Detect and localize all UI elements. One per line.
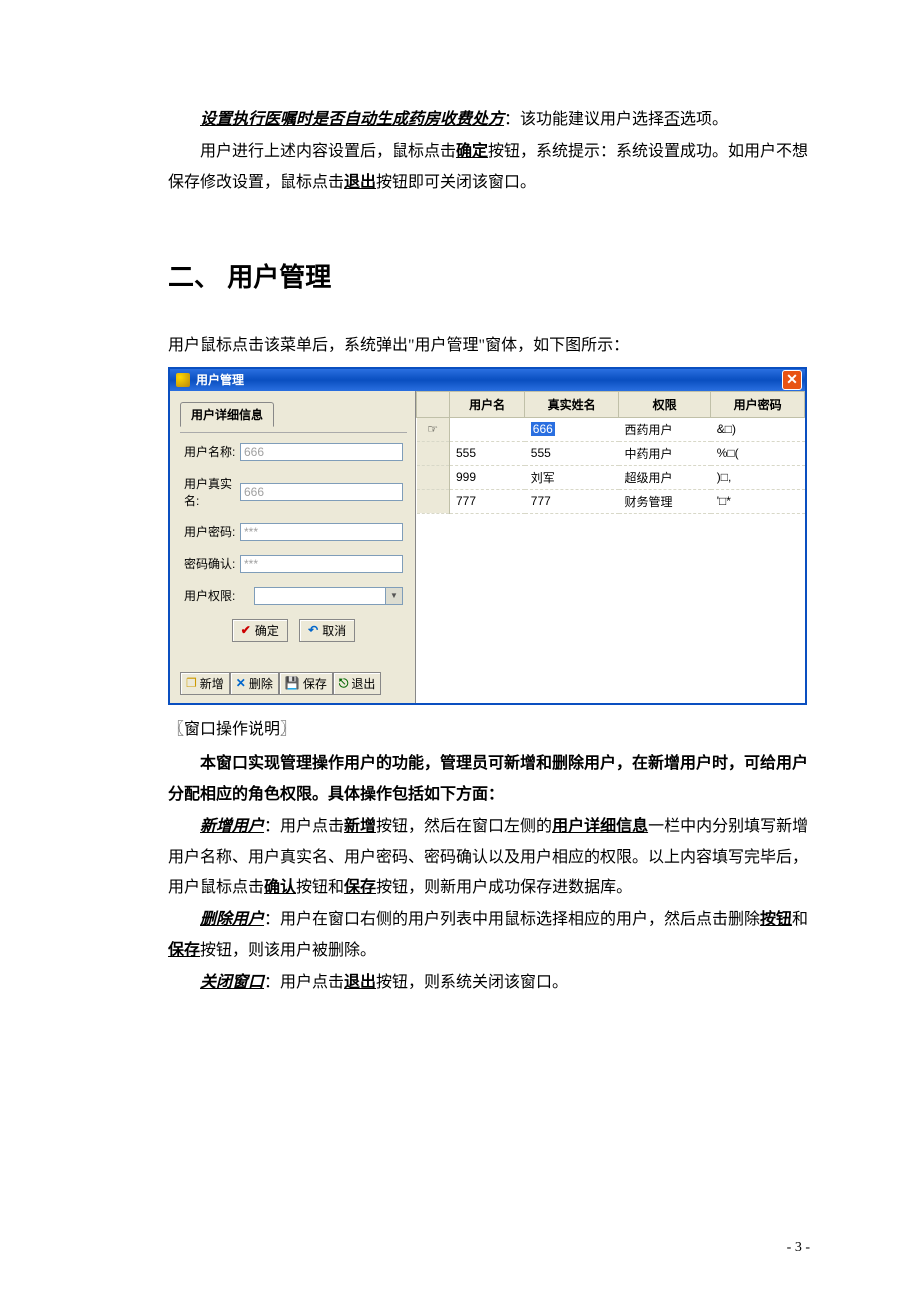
delete-button[interactable]: ✕删除 xyxy=(230,672,279,695)
label-realname: 用户真实名: xyxy=(184,475,240,509)
user-list-pane: 用户名 真实姓名 权限 用户密码 ☞666西药用户&□)555555中药用户%□… xyxy=(415,391,805,703)
ops-add: 新增用户：用户点击新增按钮，然后在窗口左侧的用户详细信息一栏中内分别填写新增用户… xyxy=(168,812,810,903)
table-row[interactable]: 999刘军超级用户)□, xyxy=(417,465,805,489)
col-password: 用户密码 xyxy=(711,391,805,417)
emphasis: 设置执行医嘱时是否自动生成药房收费处方 xyxy=(200,111,504,128)
add-button[interactable]: ❐新增 xyxy=(180,672,230,695)
toolbar: ❐新增 ✕删除 💾保存 ⎋退出 xyxy=(180,642,407,695)
confirm-field[interactable] xyxy=(240,555,403,573)
window-titlebar: 用户管理 ✕ xyxy=(170,369,805,391)
table-row[interactable]: 555555中药用户%□( xyxy=(417,441,805,465)
col-indicator xyxy=(417,391,450,417)
col-realname: 真实姓名 xyxy=(525,391,619,417)
password-field[interactable] xyxy=(240,523,403,541)
row-indicator xyxy=(417,465,450,489)
table-row[interactable]: ☞666西药用户&□) xyxy=(417,417,805,441)
label-username: 用户名称: xyxy=(184,443,240,460)
exit-button[interactable]: ⎋退出 xyxy=(333,672,382,695)
table-row[interactable]: 777777财务管理'□* xyxy=(417,489,805,513)
undo-icon: ↶ xyxy=(308,623,318,637)
row-indicator xyxy=(417,441,450,465)
label-confirm: 密码确认: xyxy=(184,555,240,572)
intro-line-2: 用户进行上述内容设置后，鼠标点击确定按钮，系统提示：系统设置成功。如用户不想保存… xyxy=(168,137,810,198)
user-table: 用户名 真实姓名 权限 用户密码 ☞666西药用户&□)555555中药用户%□… xyxy=(416,391,805,514)
row-indicator xyxy=(417,489,450,513)
section-heading: 二、 用户管理 xyxy=(168,253,810,302)
exit-icon: ⎋ xyxy=(339,676,349,691)
ops-del: 删除用户：用户在窗口右侧的用户列表中用鼠标选择相应的用户，然后点击删除按钮和保存… xyxy=(168,905,810,966)
col-username: 用户名 xyxy=(450,391,525,417)
ops-summary: 本窗口实现管理操作用户的功能，管理员可新增和删除用户，在新增用户时，可给用户分配… xyxy=(168,749,810,810)
label-password: 用户密码: xyxy=(184,523,240,540)
check-icon: ✔ xyxy=(241,623,251,637)
tab-user-detail[interactable]: 用户详细信息 xyxy=(180,402,274,427)
ok-button[interactable]: ✔ 确定 xyxy=(232,619,288,642)
delete-icon: ✕ xyxy=(236,676,246,690)
chevron-down-icon[interactable]: ▼ xyxy=(385,588,402,604)
add-icon: ❐ xyxy=(186,676,197,690)
cancel-button[interactable]: ↶ 取消 xyxy=(299,619,355,642)
lead-text: 用户鼠标点击该菜单后，系统弹出"用户管理"窗体，如下图所示： xyxy=(168,331,810,361)
close-icon[interactable]: ✕ xyxy=(782,370,802,390)
ops-heading: 〖窗口操作说明〗 xyxy=(168,715,810,745)
ops-close: 关闭窗口：用户点击退出按钮，则系统关闭该窗口。 xyxy=(168,968,810,998)
window-title: 用户管理 xyxy=(196,371,244,388)
app-icon xyxy=(176,373,190,387)
save-icon: 💾 xyxy=(285,676,300,690)
intro-line-1: 设置执行医嘱时是否自动生成药房收费处方：该功能建议用户选择否选项。 xyxy=(168,105,810,135)
detail-pane: 用户详细信息 用户名称: 用户真实名: 用户密码: xyxy=(170,391,415,703)
document-page: 设置执行医嘱时是否自动生成药房收费处方：该功能建议用户选择否选项。 用户进行上述… xyxy=(0,0,920,1302)
label-role: 用户权限: xyxy=(184,587,254,604)
page-number: - 3 - xyxy=(787,1235,810,1262)
realname-field[interactable] xyxy=(240,483,403,501)
row-indicator: ☞ xyxy=(417,417,450,441)
col-role: 权限 xyxy=(619,391,711,417)
username-field[interactable] xyxy=(240,443,403,461)
role-combo[interactable]: ▼ xyxy=(254,587,403,605)
save-button[interactable]: 💾保存 xyxy=(279,672,333,695)
user-mgmt-window: 用户管理 ✕ 用户详细信息 用户名称: 用户真实名: xyxy=(168,367,807,705)
